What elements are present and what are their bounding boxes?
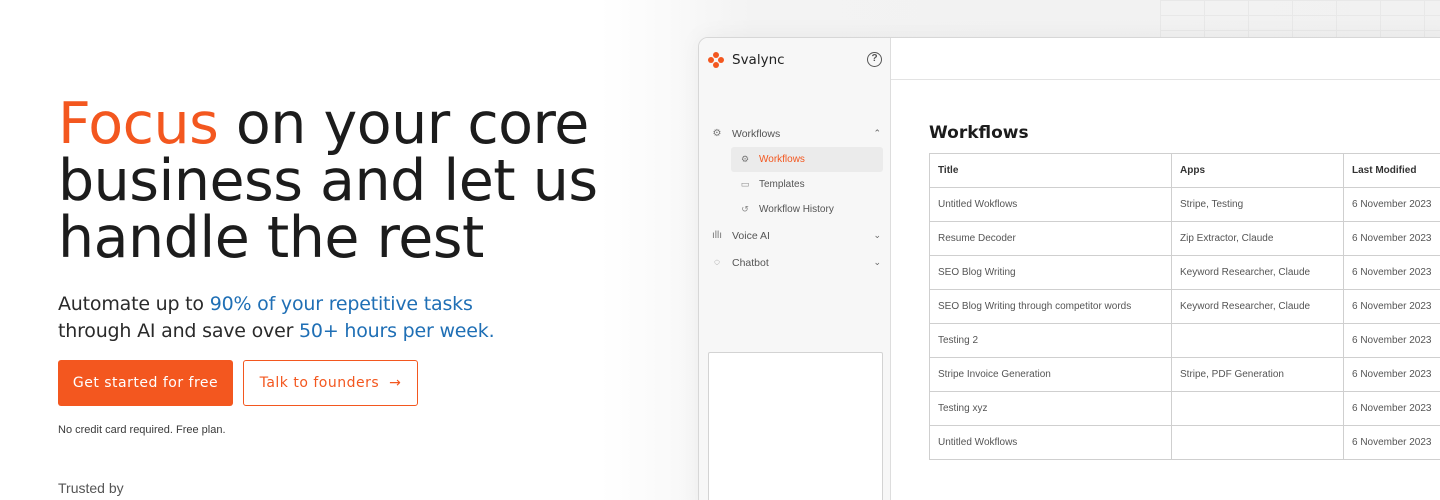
cell-modified: 6 November 2023 [1343,289,1440,324]
table-row[interactable]: SEO Blog Writing through competitor word… [929,289,1440,324]
column-header-title[interactable]: Title [929,153,1172,188]
hero-headline: Focus on your core business and let us h… [58,96,638,267]
page-title: Workflows [929,123,1029,143]
chatbot-icon: ◌ [714,257,720,268]
table-row[interactable]: Untitled Wokflows Stripe, Testing 6 Novemb… [929,187,1440,222]
column-header-apps[interactable]: Apps [1171,153,1344,188]
subhead-line1-prefix: Automate up to [58,293,210,315]
voice-icon: ıllı [712,230,722,241]
history-icon: ↺ [741,204,749,214]
cell-modified: 6 November 2023 [1343,323,1440,358]
sidebar-card [708,352,883,500]
trusted-by-label: Trusted by [58,480,124,496]
sidebar-item-workflows[interactable]: ⚙ Workflows [731,147,883,172]
template-icon: ▭ [740,179,750,189]
app-preview: Svalync ? ⚙ Workflows ⌃ ⚙ Workflows ▭ Te… [698,37,1440,500]
talk-to-founders-button[interactable]: Talk to founders → [243,360,418,406]
sidebar-item-label: Workflows [759,154,805,165]
chevron-down-icon: ⌄ [873,257,881,267]
brand-name: Svalync [732,52,785,68]
cell-apps: Keyword Researcher, Claude [1171,289,1344,324]
cell-apps [1171,425,1344,460]
get-started-button[interactable]: Get started for free [58,360,233,406]
hero-subheadline: Automate up to 90% of your repetitive ta… [58,291,638,345]
subhead-line2-prefix: through AI and save over [58,320,300,342]
sidebar-item-label: Templates [759,179,805,190]
sidebar-item-workflow-history[interactable]: ↺ Workflow History [699,197,891,222]
cell-modified: 6 November 2023 [1343,425,1440,460]
hero-section: Focus on your core business and let us h… [58,96,638,345]
sidebar-group-label: Workflows [732,127,781,140]
column-header-last-modified[interactable]: Last Modified [1343,153,1440,188]
cell-modified: 6 November 2023 [1343,391,1440,426]
table-header-row: Title Apps Last Modified [929,153,1440,188]
cell-title: Testing 2 [929,323,1172,358]
sidebar-group-label: Voice AI [732,229,770,242]
cell-apps: Stripe, PDF Generation [1171,357,1344,392]
cell-apps: Zip Extractor, Claude [1171,221,1344,256]
cell-apps: Stripe, Testing [1171,187,1344,222]
table-row[interactable]: SEO Blog Writing Keyword Researcher, Clau… [929,255,1440,290]
table-row[interactable]: Stripe Invoice Generation Stripe, PDF Gen… [929,357,1440,392]
fineprint: No credit card required. Free plan. [58,424,226,436]
table-row[interactable]: Resume Decoder Zip Extractor, Claude 6 Nov… [929,221,1440,256]
table-row[interactable]: Testing xyz 6 November 2023 [929,391,1440,426]
sidebar-group-workflows[interactable]: ⚙ Workflows ⌃ [699,120,891,147]
talk-to-founders-label: Talk to founders [259,375,380,391]
cell-title: SEO Blog Writing [929,255,1172,290]
cell-modified: 6 November 2023 [1343,221,1440,256]
cell-modified: 6 November 2023 [1343,187,1440,222]
subhead-line1-highlight: 90% of your repetitive tasks [209,293,473,315]
sidebar-item-label: Workflow History [759,204,834,215]
brand[interactable]: Svalync [708,52,785,68]
sidebar-item-templates[interactable]: ▭ Templates [699,172,891,197]
chevron-up-icon: ⌃ [873,128,881,138]
cell-title: SEO Blog Writing through competitor word… [929,289,1172,324]
background-grid [1160,0,1440,40]
cell-modified: 6 November 2023 [1343,255,1440,290]
cta-row: Get started for free Talk to founders → [58,360,418,406]
subhead-line2-highlight: 50+ hours per week. [299,320,495,342]
table-row[interactable]: Untitled Wokflows 6 November 2023 [929,425,1440,460]
app-topbar [891,38,1440,80]
cell-title: Untitled Wokflows [929,187,1172,222]
sidebar: Svalync ? ⚙ Workflows ⌃ ⚙ Workflows ▭ Te… [699,38,891,500]
chevron-down-icon: ⌄ [873,230,881,240]
cell-title: Untitled Wokflows [929,425,1172,460]
arrow-right-icon: → [389,375,402,391]
cell-title: Testing xyz [929,391,1172,426]
cell-apps [1171,391,1344,426]
table-row[interactable]: Testing 2 6 November 2023 [929,323,1440,358]
workflow-icon: ⚙ [740,154,750,164]
cell-title: Resume Decoder [929,221,1172,256]
workflow-icon: ⚙ [712,128,722,139]
workflows-table: Title Apps Last Modified Untitled Wokflo… [929,153,1440,460]
cell-apps [1171,323,1344,358]
sidebar-nav: ⚙ Workflows ⌃ ⚙ Workflows ▭ Templates ↺ … [699,120,891,276]
cell-modified: 6 November 2023 [1343,357,1440,392]
cell-apps: Keyword Researcher, Claude [1171,255,1344,290]
sidebar-group-chatbot[interactable]: ◌ Chatbot ⌄ [699,249,891,276]
sidebar-group-label: Chatbot [732,256,769,269]
logo-icon [708,52,724,68]
cell-title: Stripe Invoice Generation [929,357,1172,392]
sidebar-group-voice-ai[interactable]: ıllı Voice AI ⌄ [699,222,891,249]
help-circle-icon[interactable]: ? [867,52,882,67]
